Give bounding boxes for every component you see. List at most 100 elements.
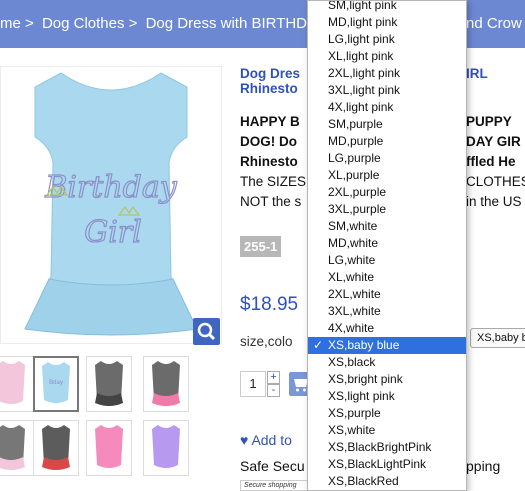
dropdown-option[interactable]: LG,light pink <box>308 31 466 48</box>
checkmark-icon: ✓ <box>313 338 324 352</box>
dropdown-option[interactable]: 4X,white <box>308 320 466 337</box>
dropdown-option[interactable]: XS,BlackRed <box>308 473 466 490</box>
dropdown-option-label: 2XL,white <box>328 287 381 301</box>
dropdown-option-label: XL,light pink <box>328 49 394 63</box>
dropdown-option-label: XS,BlackBrightPink <box>328 440 432 454</box>
breadcrumb-dog-clothes[interactable]: Dog Clothes > <box>42 15 137 32</box>
breadcrumb-current: Dog Dress with BIRTHDA <box>145 15 318 32</box>
dropdown-option-label: 3XL,purple <box>328 202 387 216</box>
magnifier-icon <box>197 322 216 341</box>
product-description-tail: PUPPY DAY GIR ffled He CLOTHES in the US <box>466 112 525 212</box>
dropdown-option[interactable]: MD,purple <box>308 133 466 150</box>
svg-text:Birthday: Birthday <box>44 170 177 205</box>
size-color-select[interactable]: XS,baby b <box>470 328 525 348</box>
dropdown-option-label: XS,black <box>328 355 376 369</box>
dropdown-option-label: XL,purple <box>328 168 380 182</box>
dropdown-option[interactable]: XS,black <box>308 354 466 371</box>
dropdown-option-label: XS,white <box>328 423 376 437</box>
dropdown-option[interactable]: XS,light pink <box>308 388 466 405</box>
dropdown-option-label: LG,light pink <box>328 32 395 46</box>
dropdown-option[interactable]: 2XL,white <box>308 286 466 303</box>
desc-tail-2: DAY GIR <box>466 134 521 149</box>
dropdown-option-label: XS,light pink <box>328 389 395 403</box>
dropdown-option-label: MD,white <box>328 236 379 250</box>
dropdown-option[interactable]: LG,purple <box>308 150 466 167</box>
dropdown-option-label: XL,white <box>328 270 375 284</box>
dropdown-option-label: 2XL,purple <box>328 185 387 199</box>
dropdown-option[interactable]: 3XL,purple <box>308 201 466 218</box>
breadcrumb-home[interactable]: me > <box>0 15 34 32</box>
dropdown-option-label: 3XL,white <box>328 304 381 318</box>
safe-secure-text: Safe Secu <box>240 458 305 474</box>
thumbnail-strip: Bday <box>0 356 230 491</box>
dropdown-option-label: LG,purple <box>328 151 381 165</box>
dropdown-option-label: XS,BlackLightPink <box>328 457 427 471</box>
wishlist-label: Add to <box>251 432 292 448</box>
dropdown-option[interactable]: 3XL,light pink <box>308 82 466 99</box>
thumbnail-gray-light-pink[interactable] <box>0 420 34 476</box>
dropdown-option[interactable]: XS,bright pink <box>308 371 466 388</box>
dropdown-option-label: SM,white <box>328 219 378 233</box>
dropdown-option-label: MD,light pink <box>328 15 398 29</box>
desc-tail-3: ffled He <box>466 154 516 169</box>
dropdown-option[interactable]: 3XL,white <box>308 303 466 320</box>
dropdown-option-label: XS,purple <box>328 406 381 420</box>
product-price: $18.95 <box>240 294 299 315</box>
thumbnail-pink[interactable] <box>0 356 34 412</box>
svg-text:Bday: Bday <box>49 380 63 386</box>
thumbnail-baby-blue[interactable]: Bday <box>33 356 79 412</box>
breadcrumb-tail: nd Crow <box>466 15 522 32</box>
svg-text:Girl: Girl <box>84 215 142 250</box>
thumbnail-gray-black[interactable] <box>86 356 132 412</box>
dropdown-option-label: SM,light pink <box>328 0 397 12</box>
thumbnail-gray-pink[interactable] <box>143 356 189 412</box>
dropdown-option-label: SM,purple <box>328 117 383 131</box>
product-main-image[interactable]: Birthday Girl <box>0 66 222 344</box>
dropdown-option[interactable]: XS,purple <box>308 405 466 422</box>
desc-tail-4: CLOTHES <box>466 174 525 189</box>
quantity-increase-button[interactable]: + <box>267 371 280 384</box>
desc-tail-1: PUPPY <box>466 114 512 129</box>
dropdown-option[interactable]: MD,white <box>308 235 466 252</box>
size-color-dropdown-list[interactable]: SM,light pink MD,light pink LG,light pink X… <box>307 0 467 491</box>
dropdown-option[interactable]: 4X,light pink <box>308 99 466 116</box>
dropdown-option[interactable]: XS,BlackLightPink <box>308 456 466 473</box>
quantity-decrease-button[interactable]: - <box>267 384 280 397</box>
dropdown-option[interactable]: SM,white <box>308 218 466 235</box>
dropdown-option-label: XS,BlackRed <box>328 474 399 488</box>
dropdown-option-label: XS,baby blue <box>328 338 400 352</box>
thumbnail-purple[interactable] <box>143 420 189 476</box>
heart-icon: ♥ <box>240 432 249 448</box>
add-to-wishlist-link[interactable]: ♥ Add to <box>240 432 292 448</box>
dropdown-option[interactable]: XL,light pink <box>308 48 466 65</box>
dropdown-option[interactable]: ✓ XS,baby blue <box>308 337 466 354</box>
dropdown-option[interactable]: SM,purple <box>308 116 466 133</box>
quantity-input[interactable]: 1 <box>240 371 266 397</box>
product-title-tail: IRL <box>466 66 488 81</box>
dropdown-option[interactable]: MD,light pink <box>308 14 466 31</box>
dropdown-option[interactable]: XS,BlackBrightPink <box>308 439 466 456</box>
dropdown-option[interactable]: SM,light pink <box>308 0 466 14</box>
dropdown-option-label: 4X,white <box>328 321 375 335</box>
dropdown-option[interactable]: XS,white <box>308 422 466 439</box>
dropdown-option-label: 4X,light pink <box>328 100 394 114</box>
dropdown-option[interactable]: XL,purple <box>308 167 466 184</box>
dropdown-option-label: XS,bright pink <box>328 372 403 386</box>
dropdown-option-label: LG,white <box>328 253 376 267</box>
thumbnail-gray-red[interactable] <box>33 420 79 476</box>
desc-tail-5: in the US <box>466 194 522 209</box>
dropdown-option[interactable]: 2XL,purple <box>308 184 466 201</box>
sku-badge: 255-1 <box>240 236 282 257</box>
dropdown-option[interactable]: XL,white <box>308 269 466 286</box>
quantity-stepper: + - <box>267 371 280 397</box>
option-label: size,colo <box>240 334 293 349</box>
dropdown-option-label: MD,purple <box>328 134 384 148</box>
dropdown-option[interactable]: LG,white <box>308 252 466 269</box>
thumbnail-bright-pink[interactable] <box>86 420 132 476</box>
secure-shopping-badge: Secure shopping <box>240 480 310 491</box>
shipping-text: pping <box>466 458 501 474</box>
dropdown-option[interactable]: 2XL,light pink <box>308 65 466 82</box>
zoom-button[interactable] <box>193 318 220 345</box>
dropdown-option-label: 2XL,light pink <box>328 66 401 80</box>
dropdown-option-label: 3XL,light pink <box>328 83 401 97</box>
